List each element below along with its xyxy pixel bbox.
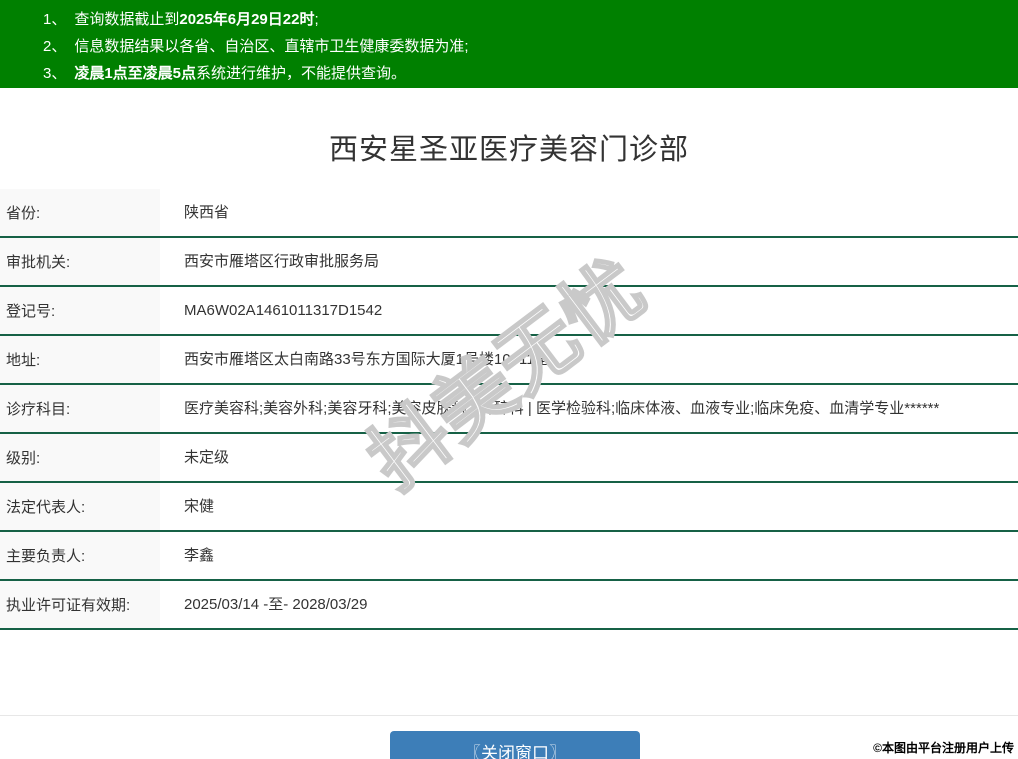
table-row-province: 省份: 陕西省 bbox=[0, 189, 1018, 238]
notice-text-bold: 凌晨1点至凌晨5点 bbox=[74, 65, 197, 82]
footer-divider bbox=[0, 715, 1018, 716]
table-row-principal: 主要负责人: 李鑫 bbox=[0, 532, 1018, 581]
row-value: 西安市雁塔区行政审批服务局 bbox=[184, 252, 380, 270]
row-label: 执业许可证有效期: bbox=[0, 581, 160, 628]
row-label: 登记号: bbox=[0, 287, 160, 334]
row-value: 医疗美容科;美容外科;美容牙科;美容皮肤科 | 麻醉科 | 医学检验科;临床体液… bbox=[184, 399, 940, 417]
notice-line-2: 2、 信息数据结果以各省、自治区、直辖市卫生健康委数据为准; bbox=[43, 33, 1008, 60]
notice-text-bold: 2025年6月29日22时 bbox=[179, 11, 315, 28]
table-row-medical-subjects: 诊疗科目: 医疗美容科;美容外科;美容牙科;美容皮肤科 | 麻醉科 | 医学检验… bbox=[0, 385, 1018, 434]
notice-number: 2、 bbox=[43, 38, 67, 55]
row-value: 西安市雁塔区太白南路33号东方国际大厦1号楼10311室 bbox=[184, 350, 550, 368]
row-label: 法定代表人: bbox=[0, 483, 160, 530]
table-row-address: 地址: 西安市雁塔区太白南路33号东方国际大厦1号楼10311室 bbox=[0, 336, 1018, 385]
row-label: 省份: bbox=[0, 189, 160, 236]
table-row-registration-number: 登记号: MA6W02A1461011317D1542 bbox=[0, 287, 1018, 336]
row-value: 未定级 bbox=[184, 448, 230, 466]
close-window-button[interactable]: 〖关闭窗口〗 bbox=[390, 731, 640, 759]
notice-line-3: 3、 凌晨1点至凌晨5点系统进行维护，不能提供查询。 bbox=[43, 60, 1008, 87]
row-value: 宋健 bbox=[184, 497, 215, 515]
institution-info-table: 省份: 陕西省 审批机关: 西安市雁塔区行政审批服务局 登记号: MA6W02A… bbox=[0, 189, 1018, 630]
table-row-legal-representative: 法定代表人: 宋健 bbox=[0, 483, 1018, 532]
copyright-notice: ©本图由平台注册用户上传 bbox=[873, 741, 1014, 755]
query-result-page: 1、 查询数据截止到2025年6月29日22时; 2、 信息数据结果以各省、自治区、… bbox=[0, 0, 1018, 759]
row-label: 诊疗科目: bbox=[0, 385, 160, 432]
notice-text: ; bbox=[314, 11, 319, 28]
row-value: MA6W02A1461011317D1542 bbox=[184, 301, 383, 319]
table-row-license-validity: 执业许可证有效期: 2025/03/14 -至- 2028/03/29 bbox=[0, 581, 1018, 630]
row-label: 级别: bbox=[0, 434, 160, 481]
notice-line-1: 1、 查询数据截止到2025年6月29日22时; bbox=[43, 6, 1008, 33]
row-label: 主要负责人: bbox=[0, 532, 160, 579]
row-value: 李鑫 bbox=[184, 546, 215, 564]
notice-text: 系统进行维护，不能提供查询。 bbox=[196, 65, 407, 82]
row-label: 审批机关: bbox=[0, 238, 160, 285]
table-row-level: 级别: 未定级 bbox=[0, 434, 1018, 483]
page-title: 西安星圣亚医疗美容门诊部 bbox=[328, 134, 689, 166]
table-row-approval-authority: 审批机关: 西安市雁塔区行政审批服务局 bbox=[0, 238, 1018, 287]
row-value: 2025/03/14 -至- 2028/03/29 bbox=[184, 595, 368, 613]
notice-banner: 1、 查询数据截止到2025年6月29日22时; 2、 信息数据结果以各省、自治区、… bbox=[0, 0, 1018, 88]
notice-number: 3、 bbox=[43, 65, 67, 82]
notice-number: 1、 bbox=[43, 11, 67, 28]
row-value: 陕西省 bbox=[184, 203, 230, 221]
notice-text: 查询数据截止到 bbox=[74, 11, 180, 28]
notice-text: 信息数据结果以各省、自治区、直辖市卫生健康委数据为准; bbox=[74, 38, 469, 55]
row-label: 地址: bbox=[0, 336, 160, 383]
